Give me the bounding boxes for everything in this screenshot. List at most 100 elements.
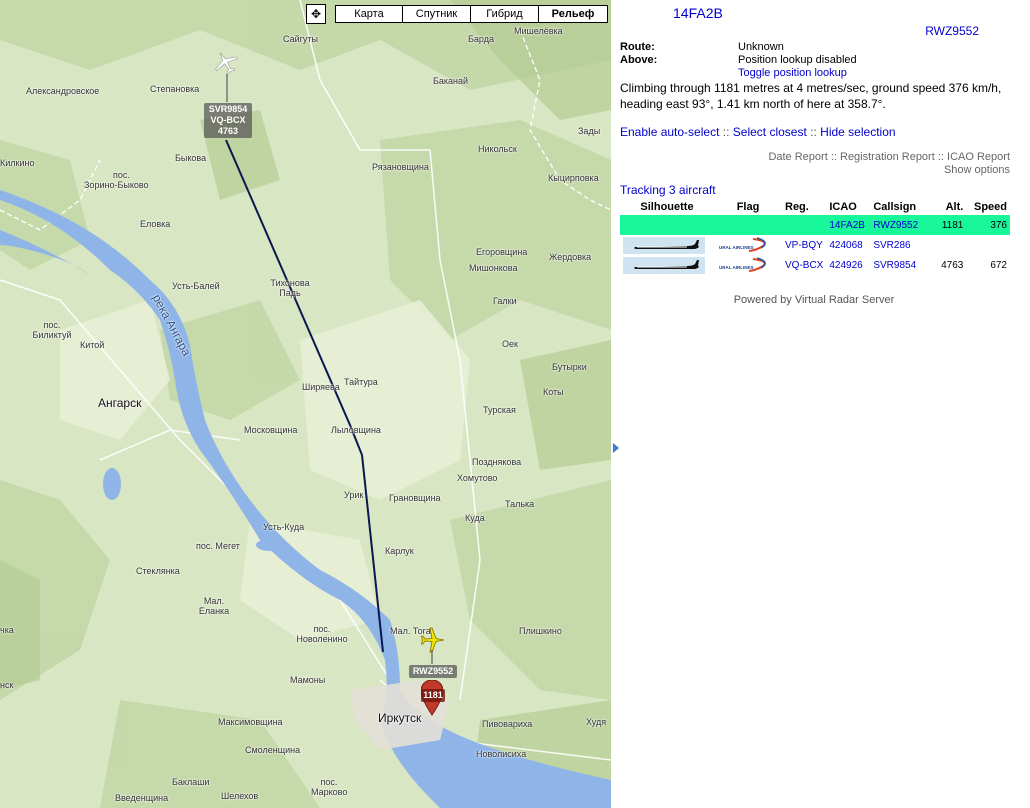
toggle-row: Toggle position lookup [620,67,1000,80]
place-label: Мишонкова [469,263,518,273]
place-label: Оек [502,339,518,349]
place-label: Баклаши [172,777,210,787]
place-label: Грановщина [389,493,441,503]
icao-cell: 14FA2B [826,215,871,235]
route-row: Route: Unknown [620,41,1000,54]
table-row[interactable]: 14FA2B RWZ9552 1181 376 [620,215,1010,235]
column-header[interactable]: Speed [966,198,1010,215]
place-label: Барда [468,34,494,44]
place-label: чка [0,625,14,635]
registration-report-link[interactable]: Registration Report [840,151,935,163]
place-label: Шелехов [221,791,259,801]
place-label: Позднякова [472,457,522,467]
tracking-count: Tracking 3 aircraft [620,183,716,197]
maptype-hybrid-button[interactable]: Гибрид [470,5,539,23]
place-label: Мамоны [290,675,326,685]
place-label: Худя [586,717,607,727]
icao-report-link[interactable]: ICAO Report [947,151,1010,163]
toggle-position-lookup-link[interactable]: Toggle position lookup [738,67,847,79]
airline-flag-text: URAL AIRLINES [719,245,754,250]
flight-description: Climbing through 1181 metres at 4 metres… [620,81,1002,111]
flag-cell [714,215,782,235]
flag-cell: URAL AIRLINES [714,255,782,275]
aircraft-label-leader [226,74,228,102]
place-label: Галки [493,296,517,306]
map-terrain [0,0,611,808]
place-label: Ширяева [302,382,340,392]
place-label: Быкова [175,153,207,163]
altitude-cell: 1181 [930,215,967,235]
place-label: Никольск [478,144,517,154]
aircraft-label-leader [431,650,433,664]
place-label: пос. Биликтуй [32,320,72,340]
place-label: Турская [483,405,516,415]
maptype-satellite-button[interactable]: Спутник [402,5,471,23]
powered-by: Powered by Virtual Radar Server [733,294,895,306]
column-header[interactable]: Callsign [870,198,930,215]
aircraft-label-svr9854[interactable]: SVR9854 VQ-BCX 4763 [204,103,252,138]
hide-selection-link[interactable]: Hide selection [820,125,895,139]
silhouette-cell [620,235,714,255]
place-label: пос. [113,170,130,180]
altitude-cell: 4763 [941,259,964,271]
altitude-cell [930,235,966,255]
maptype-map-button[interactable]: Карта [335,5,403,23]
aircraft-altitude: 4763 [217,126,239,136]
aircraft-label-rwz9552[interactable]: RWZ9552 [409,665,457,678]
place-label: Карлук [385,546,414,556]
airline-flag-icon: URAL AIRLINES [717,236,773,254]
place-label: Усть-Куда [263,522,305,532]
callsign-cell: RWZ9552 [870,215,931,235]
select-closest-link[interactable]: Select closest [733,125,807,139]
place-label: Коты [543,387,564,397]
enable-autoselect-link[interactable]: Enable auto-select [620,125,719,139]
map-view[interactable]: Сайгуты Барда Мишелёвка Степановка Алекс… [0,0,611,808]
callsign-cell: SVR9854 [873,259,917,271]
silhouette-cell [620,215,714,235]
column-header[interactable]: ICAO [826,198,870,215]
map-type-selector: Карта Спутник Гибрид Рельеф [335,5,608,23]
airline-flag-icon: URAL AIRLINES [717,256,773,274]
above-label: Above: [620,54,658,66]
place-label: Стеклянка [136,566,180,576]
table-row[interactable]: URAL AIRLINES VQ-BCX 424926 SVR9854 4763… [620,255,1010,275]
column-header[interactable]: Flag [714,198,782,215]
city-label: Иркутск [378,711,422,725]
reg-cell: VP-BQY [785,239,823,251]
date-report-link[interactable]: Date Report [768,151,827,163]
place-label: Тихонова Падь [270,278,310,298]
place-label: Еловка [140,219,171,229]
place-label: Александровское [26,86,100,96]
place-label: пос. Марково [311,777,348,797]
place-label: Мишелёвка [514,26,563,36]
place-label: Усть-Балей [172,281,220,291]
reg-cell: VQ-BCX [785,259,824,271]
place-label: Кыцирповка [548,173,599,183]
place-label: Тайтура [344,377,378,387]
place-label: пос. Новоленино [296,624,348,644]
aircraft-silhouette-icon [623,256,705,274]
aircraft-registration: VQ-BCX [210,115,246,125]
column-header[interactable]: Reg. [782,198,826,215]
table-row[interactable]: URAL AIRLINES VP-BQY 424068 SVR286 [620,235,1010,255]
icao-cell: 424926 [829,259,863,271]
place-label: Мал. Еланка [198,596,230,616]
place-label: Талька [505,499,535,509]
place-label: Рязановщина [372,162,429,172]
column-header[interactable]: Silhouette [620,198,714,215]
place-label: Зады [578,126,601,136]
separator: :: [937,151,944,163]
place-label: Лыловщина [331,425,381,435]
sidebar-toggle-icon[interactable] [613,443,619,453]
pan-control-icon[interactable]: ✥ [306,4,326,24]
place-label: нск [0,680,14,690]
above-row: Above: Position lookup disabled [620,54,1000,67]
maptype-terrain-button[interactable]: Рельеф [538,5,608,23]
reg-cell [782,215,827,235]
place-label: Килкино [0,158,35,168]
flag-cell: URAL AIRLINES [714,235,782,255]
show-options-link[interactable]: Show options [768,164,1010,177]
place-label: Смоленщина [245,745,301,755]
column-header[interactable]: Alt. [930,198,966,215]
place-label: Баканай [433,76,469,86]
